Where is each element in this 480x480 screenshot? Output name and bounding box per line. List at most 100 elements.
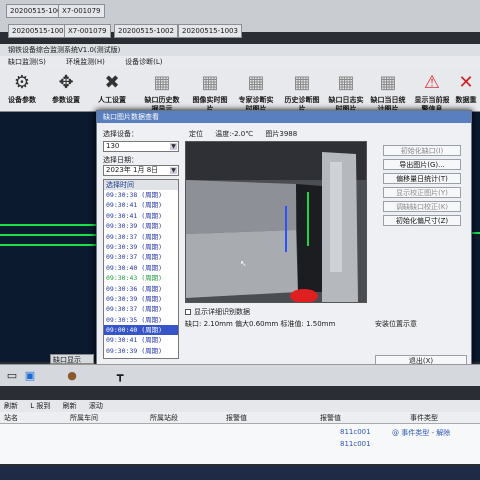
column-station[interactable]: 站名 [4,412,18,424]
date-picker[interactable]: 2023年 1月 8日 ▼ [103,165,179,176]
toolbar-button-alarm[interactable]: ⚠ 显示当前报警信息 [412,72,452,113]
top-tab[interactable]: X7-001079 [64,24,111,38]
tab-label: 20200515-1002 [118,27,174,35]
time-list-item[interactable]: 09:30:39 (周期) [104,346,178,356]
toolbar-button-data[interactable]: ✕ 数据重 [452,72,480,110]
refresh-button[interactable]: 刷新 [4,402,18,410]
column-alarm[interactable]: 报警值 [226,412,247,424]
grid-cell[interactable]: 811c001 [340,440,371,448]
time-list-header: 选择时间 [104,180,178,190]
time-list-item[interactable]: 09:30:41 (周期) [104,200,178,210]
grid-cell[interactable]: 811c001 [340,428,371,436]
toolbar-button-image-realtime[interactable]: ▦ 图像实时图片 [190,72,230,113]
time-list-item[interactable]: 09:30:37 (周期) [104,252,178,262]
menu-item-diagnosis[interactable]: 设备诊断(L) [125,58,162,66]
bridge-icon[interactable]: ┳ [112,369,128,383]
install-position-label: 安装位置示意 [375,320,417,328]
time-list-item[interactable]: 09:30:40 (周期) [104,263,178,273]
time-list-item[interactable]: 09:30:36 (周期) [104,284,178,294]
time-list-item[interactable]: 09:00:40 (周期) [104,325,178,336]
grid-cell[interactable]: @ 事件类型 - 解除 [392,428,450,438]
time-list[interactable]: 选择时间 09:30:38 (周期) 09:30:41 (周期) 09:30:41 … [103,179,179,359]
dog-icon[interactable]: ● [64,369,80,383]
toolbar-button-daily-stats[interactable]: ▦ 缺口当日统计图片 [368,72,408,113]
track-line [0,224,96,226]
status-tab[interactable]: 缺口显示 [50,354,94,364]
column-workshop[interactable]: 所属车间 [70,412,98,424]
screen-icon[interactable]: ▣ [22,369,38,383]
toolbar-button-history-diag[interactable]: ▦ 历史诊断图片 [282,72,322,113]
toolbar-button-log[interactable]: ▦ 缺口日志实时图片 [326,72,366,113]
event-grid: 811c001 811c001 @ 事件类型 - 解除 [0,424,480,464]
dialog-body: 选择设备： 130 ▼ 选择日期： 2023年 1月 8日 ▼ 选择时间 09:30… [97,123,473,367]
browser-tab-strip: 20200515-1003 X7-001079 20200515-1003 X7… [0,0,480,38]
toolbar-button-history[interactable]: ▦ 缺口历史数据显示 [142,72,182,113]
report-button[interactable]: L 报到 [30,402,50,410]
app-title: 钢铁设备综合监测系统V1.0(测试版) [0,44,480,56]
checkbox-label: 显示详细识别数据 [194,308,250,316]
taskbar [0,466,480,480]
top-tab[interactable]: X7-001079 [58,4,105,18]
image-icon: ▦ [201,72,219,93]
scroll-button[interactable]: 滚动 [89,402,103,410]
close-icon: ✕ [458,72,474,93]
event-grid-header: 站名 所属车间 所属站段 报警值 报警值 事件类型 [0,412,480,424]
history-icon: ▦ [153,72,171,93]
checkbox-box [185,309,191,315]
time-list-item[interactable]: 09:30:41 (周期) [104,335,178,345]
time-list-item[interactable]: 09:30:39 (周期) [104,242,178,252]
lower-icon-bar: ▭ ▣ ● ┳ [0,364,480,386]
position-label: 定位 [189,130,203,138]
column-alarm-2[interactable]: 报警值 [320,412,341,424]
toolbar-button-device-params[interactable]: ⚙ 设备参数 [2,72,42,110]
image-icon: ▦ [247,72,265,93]
refresh-button-2[interactable]: 刷新 [63,402,77,410]
top-tab[interactable]: 20200515-1003 [178,24,242,38]
gap-image-viewer[interactable]: ↖ [185,141,367,303]
window-icon[interactable]: ▭ [4,369,20,383]
export-image-button[interactable]: 导出图片(G)... [383,159,461,170]
temperature-label: 温度:-2.0℃ [215,130,254,138]
menu-item-gap-monitor[interactable]: 缺口监测(S) [8,58,46,66]
time-list-item[interactable]: 09:30:41 (周期) [104,211,178,221]
offset-daily-stats-button[interactable]: 偏移量日统计(T) [383,173,461,184]
toolbar-button-manual-setting[interactable]: ✖ 人工设置 [92,72,132,110]
settings-icon: ⚙ [13,72,31,93]
time-list-item[interactable]: 09:30:37 (周期) [104,304,178,314]
top-tab[interactable]: 20200515-1002 [114,24,178,38]
show-details-checkbox[interactable]: 显示详细识别数据 [185,307,250,317]
toolbar-button-expert[interactable]: ▦ 专家诊断实时图片 [236,72,276,113]
button-label: 导出图片(G)... [399,161,445,169]
column-event-type[interactable]: 事件类型 [410,412,438,424]
button-label: 初始化缺口(I) [400,147,444,155]
time-list-item[interactable]: 09:30:39 (周期) [104,294,178,304]
tab-label: X7-001079 [68,27,107,35]
time-list-item[interactable]: 09:30:37 (周期) [104,232,178,242]
warning-icon: ⚠ [423,72,441,93]
date-value: 2023年 1月 8日 [106,166,159,174]
image-id-label: 图片3988 [265,130,298,138]
toolbar-label: 设备参数 [8,96,36,104]
gap-image-dialog: 缺口图片数据查看 选择设备： 130 ▼ 选择日期： 2023年 1月 8日 ▼ 选… [96,110,472,366]
device-select[interactable]: 130 ▼ [103,141,179,152]
time-list-item[interactable]: 09:30:35 (周期) [104,315,178,325]
menu-item-environment[interactable]: 环境监测(H) [66,58,105,66]
time-list-item[interactable]: 09:30:38 (周期) [104,190,178,200]
time-list-item[interactable]: 09:30:43 (周期) [104,273,178,283]
top-tab[interactable]: 20200515-1003 [8,24,72,38]
menu-bar: 缺口监测(S) 环境监测(H) 设备诊断(L) [0,56,480,68]
tools-icon: ✖ [104,72,120,93]
time-list-item[interactable]: 09:30:39 (周期) [104,221,178,231]
screen: 20200515-1003 X7-001079 20200515-1003 X7… [0,0,480,480]
device-label: 选择设备： [103,130,138,138]
time-list-item[interactable]: 09:30:40 (周期) [104,356,178,358]
init-offset-size-button[interactable]: 初始化偏尺寸(Z) [383,215,461,226]
tab-label: X7-001079 [62,7,101,15]
toolbar-button-param-setting[interactable]: ✥ 参数设置 [46,72,86,110]
adjust-gap-correction-button[interactable]: 调缺缺口校正(K) [383,201,461,212]
column-section[interactable]: 所属站段 [150,412,178,424]
toolbar-label: 数据重 [455,96,477,104]
track-line [0,234,96,236]
init-gap-button[interactable]: 初始化缺口(I) [383,145,461,156]
show-corrected-image-button[interactable]: 显示校正图片(Y) [383,187,461,198]
